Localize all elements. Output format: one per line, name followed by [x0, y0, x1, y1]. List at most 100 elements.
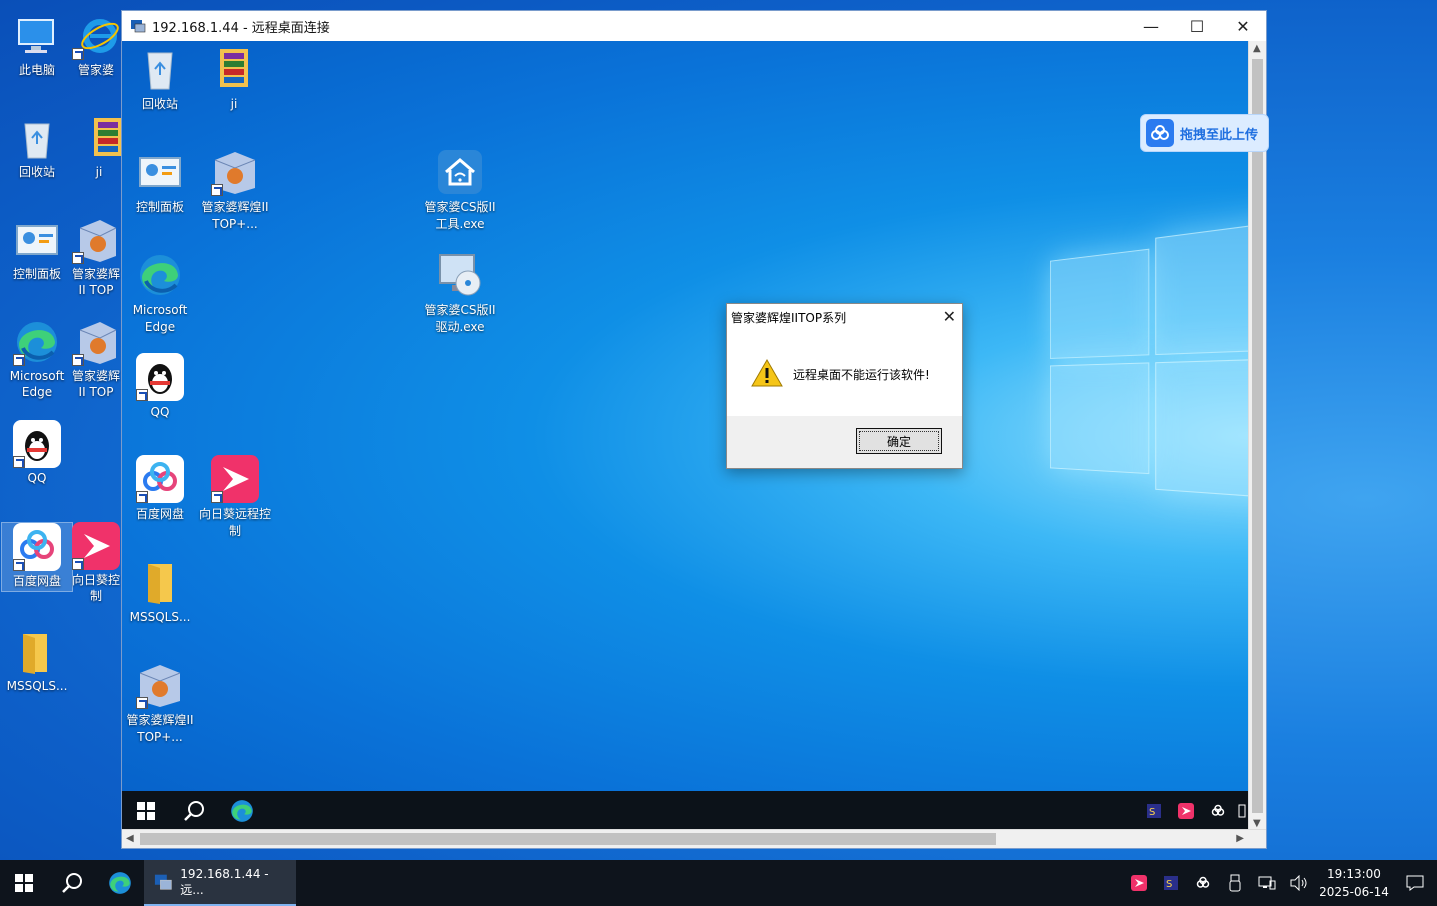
- scroll-right-icon[interactable]: ▶: [1236, 833, 1244, 844]
- remote-icon-label: 回收站: [141, 97, 178, 111]
- tray-app-icon[interactable]: S: [1155, 860, 1187, 906]
- app-box-icon: [72, 216, 120, 264]
- edge-taskbar-button[interactable]: [96, 860, 144, 906]
- desktop-icon-label: 管家婆: [77, 63, 114, 77]
- desktop-icon-label: Microsoft Edge: [9, 369, 65, 399]
- remote-icon-label: Microsoft Edge: [132, 303, 188, 334]
- usb-icon[interactable]: [1219, 860, 1251, 906]
- search-button[interactable]: [48, 860, 96, 906]
- remote-icon-guanjiapo-top-1[interactable]: 管家婆辉煌II TOP+...: [196, 148, 274, 233]
- clock[interactable]: 19:13:00 2025-06-14: [1315, 865, 1393, 901]
- scroll-left-icon[interactable]: ◀: [126, 833, 134, 844]
- remote-search-button[interactable]: [170, 791, 218, 831]
- maximize-button[interactable]: ☐: [1174, 11, 1220, 41]
- ie-icon: [72, 12, 120, 60]
- windows-logo-light: [1018, 220, 1250, 567]
- remote-icon-qq[interactable]: QQ: [122, 353, 198, 421]
- desktop-icon-mssqls[interactable]: MSSQLS...: [1, 628, 73, 694]
- remote-desktop-area[interactable]: 回收站 ji 控制面板 管家婆辉煌II TOP+... 管家婆CS版II工具.e…: [122, 41, 1250, 831]
- remote-icon-edge[interactable]: Microsoft Edge: [122, 251, 198, 336]
- desktop-icon-label: QQ: [27, 471, 47, 485]
- desktop-icon-edge[interactable]: Microsoft Edge: [1, 318, 73, 400]
- ok-button[interactable]: 确定: [856, 428, 942, 454]
- volume-icon[interactable]: [1283, 860, 1315, 906]
- remote-tray-baidu-icon[interactable]: [1202, 791, 1234, 831]
- desktop-icon-recycle-bin[interactable]: 回收站: [1, 114, 73, 180]
- network-icon[interactable]: [1251, 860, 1283, 906]
- folder-icon: [136, 558, 184, 606]
- clock-date: 2025-06-14: [1319, 885, 1389, 899]
- remote-desktop-icon: [154, 874, 172, 890]
- remote-icon-mssqls[interactable]: MSSQLS...: [122, 558, 198, 626]
- remote-icon-ji[interactable]: ji: [196, 45, 272, 113]
- clock-time: 19:13:00: [1327, 867, 1381, 881]
- desktop-icon-baidu-netdisk[interactable]: 百度网盘: [1, 522, 73, 592]
- upload-drop-zone[interactable]: 拖拽至此上传: [1140, 114, 1269, 152]
- error-dialog[interactable]: 管家婆辉煌IITOP系列 ✕ 远程桌面不能运行该软件! 确定: [726, 303, 963, 469]
- taskbar-app-remote-desktop[interactable]: 192.168.1.44 - 远...: [144, 860, 296, 906]
- control-panel-icon: [136, 148, 184, 196]
- archive-icon: [210, 45, 258, 93]
- remote-icon-label: 管家婆辉煌II TOP+...: [201, 200, 269, 231]
- driver-disc-icon: [436, 251, 484, 299]
- remote-icon-recycle-bin[interactable]: 回收站: [122, 45, 198, 113]
- desktop-icon-guanjiapo-top-1[interactable]: 管家婆辉II TOP: [70, 216, 122, 298]
- desktop-icon-guanjiapo-top-2[interactable]: 管家婆辉II TOP: [70, 318, 122, 400]
- taskbar-app-label: 192.168.1.44 - 远...: [180, 866, 269, 897]
- warning-icon: [751, 358, 783, 390]
- upload-label: 拖拽至此上传: [1180, 127, 1259, 143]
- tray-baidu-icon[interactable]: [1187, 860, 1219, 906]
- desktop-icon-control-panel[interactable]: 控制面板: [1, 216, 73, 282]
- search-icon: [62, 873, 82, 893]
- sunlogin-icon: [72, 522, 120, 570]
- scroll-up-icon[interactable]: ▲: [1253, 43, 1261, 54]
- dialog-footer: 确定: [727, 416, 962, 468]
- remote-edge-button[interactable]: [218, 791, 266, 831]
- remote-icon-sunlogin[interactable]: 向日葵远程控制: [196, 455, 274, 540]
- scroll-down-icon[interactable]: ▼: [1253, 818, 1261, 829]
- remote-icon-label: 百度网盘: [135, 507, 184, 521]
- desktop-icon-this-pc[interactable]: 此电脑: [1, 12, 73, 78]
- edge-icon: [13, 318, 61, 366]
- remote-icon-cs-tool[interactable]: 管家婆CS版II工具.exe: [420, 148, 500, 233]
- remote-icon-label: 向日葵远程控制: [198, 507, 271, 538]
- desktop-icon-ji[interactable]: ji: [76, 114, 122, 180]
- notification-icon[interactable]: [1393, 860, 1437, 906]
- window-title: 192.168.1.44 - 远程桌面连接: [152, 20, 330, 36]
- qq-icon: [13, 420, 61, 468]
- control-panel-icon: [13, 216, 61, 264]
- remote-icon-control-panel[interactable]: 控制面板: [122, 148, 198, 216]
- close-button[interactable]: ✕: [1220, 11, 1266, 41]
- remote-icon-label: 管家婆辉煌II TOP+...: [126, 713, 194, 744]
- windows-icon: [15, 874, 33, 892]
- remote-icon-cs-driver[interactable]: 管家婆CS版II驱动.exe: [420, 251, 500, 336]
- remote-start-button[interactable]: [122, 791, 170, 831]
- windows-icon: [137, 802, 155, 820]
- remote-icon-label: 管家婆CS版II工具.exe: [424, 200, 496, 231]
- minimize-button[interactable]: —: [1128, 11, 1174, 41]
- vertical-scrollbar[interactable]: ▲ ▼: [1248, 41, 1266, 831]
- start-button[interactable]: [0, 860, 48, 906]
- archive-icon: [76, 114, 122, 162]
- horizontal-scroll-thumb[interactable]: [140, 833, 996, 845]
- remote-desktop-window[interactable]: 192.168.1.44 - 远程桌面连接 — ☐ ✕ 回收站 ji 控制面板 …: [121, 10, 1267, 849]
- tray-sunlogin-icon[interactable]: [1123, 860, 1155, 906]
- remote-icon-guanjiapo-top-2[interactable]: 管家婆辉煌II TOP+...: [122, 661, 198, 746]
- horizontal-scrollbar[interactable]: ◀ ▶: [122, 829, 1266, 848]
- window-title-bar[interactable]: 192.168.1.44 - 远程桌面连接 — ☐ ✕: [122, 11, 1266, 41]
- dialog-close-button[interactable]: ✕: [943, 307, 956, 326]
- desktop-icon-label: 百度网盘: [12, 574, 61, 588]
- remote-icon-label: 控制面板: [135, 200, 184, 214]
- remote-tray-app-icon[interactable]: S: [1138, 791, 1170, 831]
- desktop-icon-sunlogin[interactable]: 向日葵控制: [70, 522, 122, 604]
- desktop-icon-qq[interactable]: QQ: [1, 420, 73, 486]
- remote-icon-baidu-netdisk[interactable]: 百度网盘: [122, 455, 198, 523]
- remote-icon-label: QQ: [150, 405, 170, 419]
- recycle-bin-icon: [136, 45, 184, 93]
- app-box-icon: [136, 661, 184, 709]
- desktop-icon-guanjiapo[interactable]: 管家婆: [70, 12, 122, 78]
- edge-icon: [231, 800, 253, 822]
- remote-tray-sunlogin-icon[interactable]: [1170, 791, 1202, 831]
- app-box-icon: [72, 318, 120, 366]
- vertical-scroll-thumb[interactable]: [1252, 59, 1263, 813]
